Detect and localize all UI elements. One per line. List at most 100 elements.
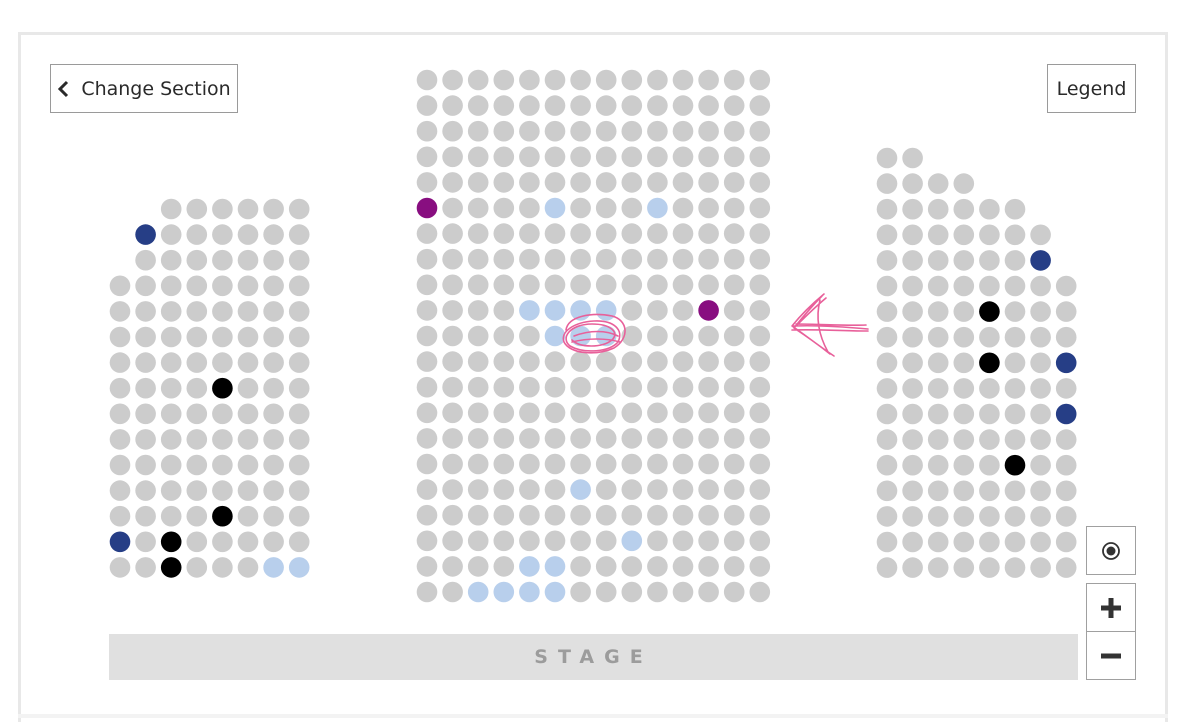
- seat-center[interactable]: [698, 95, 719, 116]
- seat-center[interactable]: [544, 581, 566, 603]
- seat-left[interactable]: [135, 429, 156, 450]
- seat-center[interactable]: [672, 530, 694, 552]
- seat-center[interactable]: [723, 504, 745, 526]
- seat-left[interactable]: [186, 480, 208, 501]
- seat-left[interactable]: [160, 352, 182, 373]
- seat-center[interactable]: [672, 274, 694, 296]
- seat-left[interactable]: [109, 403, 131, 425]
- seat-left[interactable]: [186, 352, 208, 373]
- seat-left[interactable]: [212, 454, 233, 476]
- seat-left[interactable]: [160, 326, 182, 348]
- seat-center[interactable]: [595, 69, 617, 91]
- seat-center[interactable]: [621, 402, 643, 424]
- zoom-in-button[interactable]: [1086, 583, 1136, 632]
- seat-center[interactable]: [570, 300, 591, 321]
- seat-center[interactable]: [519, 95, 540, 116]
- seat-center[interactable]: [519, 325, 540, 347]
- seat-center[interactable]: [467, 556, 489, 577]
- seat-left[interactable]: [288, 429, 310, 450]
- seat-center[interactable]: [698, 223, 719, 244]
- seat-right[interactable]: [953, 480, 975, 502]
- seat-center[interactable]: [723, 300, 745, 321]
- seat-right[interactable]: [1030, 403, 1051, 425]
- seat-left[interactable]: [186, 301, 208, 322]
- seat-center[interactable]: [595, 453, 617, 475]
- seat-center[interactable]: [442, 453, 463, 475]
- seat-center[interactable]: [467, 223, 489, 244]
- seat-center[interactable]: [749, 197, 771, 219]
- seat-center[interactable]: [749, 325, 771, 347]
- seat-left[interactable]: [109, 429, 131, 450]
- seat-right[interactable]: [876, 557, 898, 578]
- seat-center[interactable]: [672, 120, 694, 142]
- seat-left[interactable]: [263, 429, 284, 450]
- seat-center[interactable]: [442, 223, 463, 244]
- seat-center[interactable]: [621, 172, 643, 193]
- seat-right[interactable]: [902, 352, 923, 374]
- seat-center[interactable]: [723, 197, 745, 219]
- seat-right[interactable]: [1004, 557, 1026, 578]
- seat-right[interactable]: [953, 454, 975, 476]
- seat-center[interactable]: [416, 479, 438, 500]
- seat-left[interactable]: [263, 403, 284, 425]
- seat-center[interactable]: [595, 556, 617, 577]
- seat-center[interactable]: [595, 146, 617, 168]
- seat-center[interactable]: [493, 325, 515, 347]
- seat-left[interactable]: [109, 480, 131, 501]
- seat-center[interactable]: [442, 556, 463, 577]
- seat-center[interactable]: [723, 172, 745, 193]
- seat-right[interactable]: [979, 301, 1000, 322]
- seat-center[interactable]: [570, 95, 591, 116]
- seat-center[interactable]: [723, 428, 745, 449]
- seat-right[interactable]: [902, 429, 923, 450]
- seat-right[interactable]: [927, 173, 949, 194]
- seat-right[interactable]: [953, 275, 975, 297]
- seat-right[interactable]: [1004, 480, 1026, 502]
- seat-left[interactable]: [109, 377, 131, 399]
- seat-right[interactable]: [876, 250, 898, 271]
- seat-center[interactable]: [647, 376, 668, 398]
- seat-center[interactable]: [595, 402, 617, 424]
- seat-center[interactable]: [647, 556, 668, 577]
- seat-center[interactable]: [749, 223, 771, 244]
- seat-left[interactable]: [237, 480, 259, 501]
- seat-center[interactable]: [595, 172, 617, 193]
- seat-center[interactable]: [749, 351, 771, 372]
- seat-center[interactable]: [493, 300, 515, 321]
- seat-center[interactable]: [467, 325, 489, 347]
- seat-center[interactable]: [519, 376, 540, 398]
- seat-center[interactable]: [570, 197, 591, 219]
- seat-right[interactable]: [953, 429, 975, 450]
- seat-center[interactable]: [647, 402, 668, 424]
- seat-left[interactable]: [237, 352, 259, 373]
- seat-center[interactable]: [749, 530, 771, 552]
- seat-center[interactable]: [493, 453, 515, 475]
- seat-center[interactable]: [544, 479, 566, 500]
- seat-center[interactable]: [442, 402, 463, 424]
- seat-left[interactable]: [186, 505, 208, 527]
- seat-center[interactable]: [749, 479, 771, 500]
- seat-center[interactable]: [570, 274, 591, 296]
- seat-center[interactable]: [698, 120, 719, 142]
- seat-right[interactable]: [927, 429, 949, 450]
- seat-left[interactable]: [237, 198, 259, 220]
- seat-center[interactable]: [442, 197, 463, 219]
- seat-right[interactable]: [1055, 531, 1077, 553]
- seat-center[interactable]: [698, 300, 719, 321]
- seat-right[interactable]: [1030, 506, 1051, 527]
- seat-center[interactable]: [519, 248, 540, 270]
- seat-right[interactable]: [876, 454, 898, 476]
- seat-center[interactable]: [672, 453, 694, 475]
- seat-left[interactable]: [160, 557, 182, 578]
- seat-left[interactable]: [135, 505, 156, 527]
- seat-right[interactable]: [927, 403, 949, 425]
- seat-right[interactable]: [1030, 301, 1051, 322]
- seat-left[interactable]: [186, 377, 208, 399]
- seat-center[interactable]: [621, 581, 643, 603]
- seat-right[interactable]: [1055, 506, 1077, 527]
- seat-center[interactable]: [749, 274, 771, 296]
- seat-left[interactable]: [288, 275, 310, 297]
- seat-center[interactable]: [621, 274, 643, 296]
- seat-center[interactable]: [749, 95, 771, 116]
- seat-center[interactable]: [647, 581, 668, 603]
